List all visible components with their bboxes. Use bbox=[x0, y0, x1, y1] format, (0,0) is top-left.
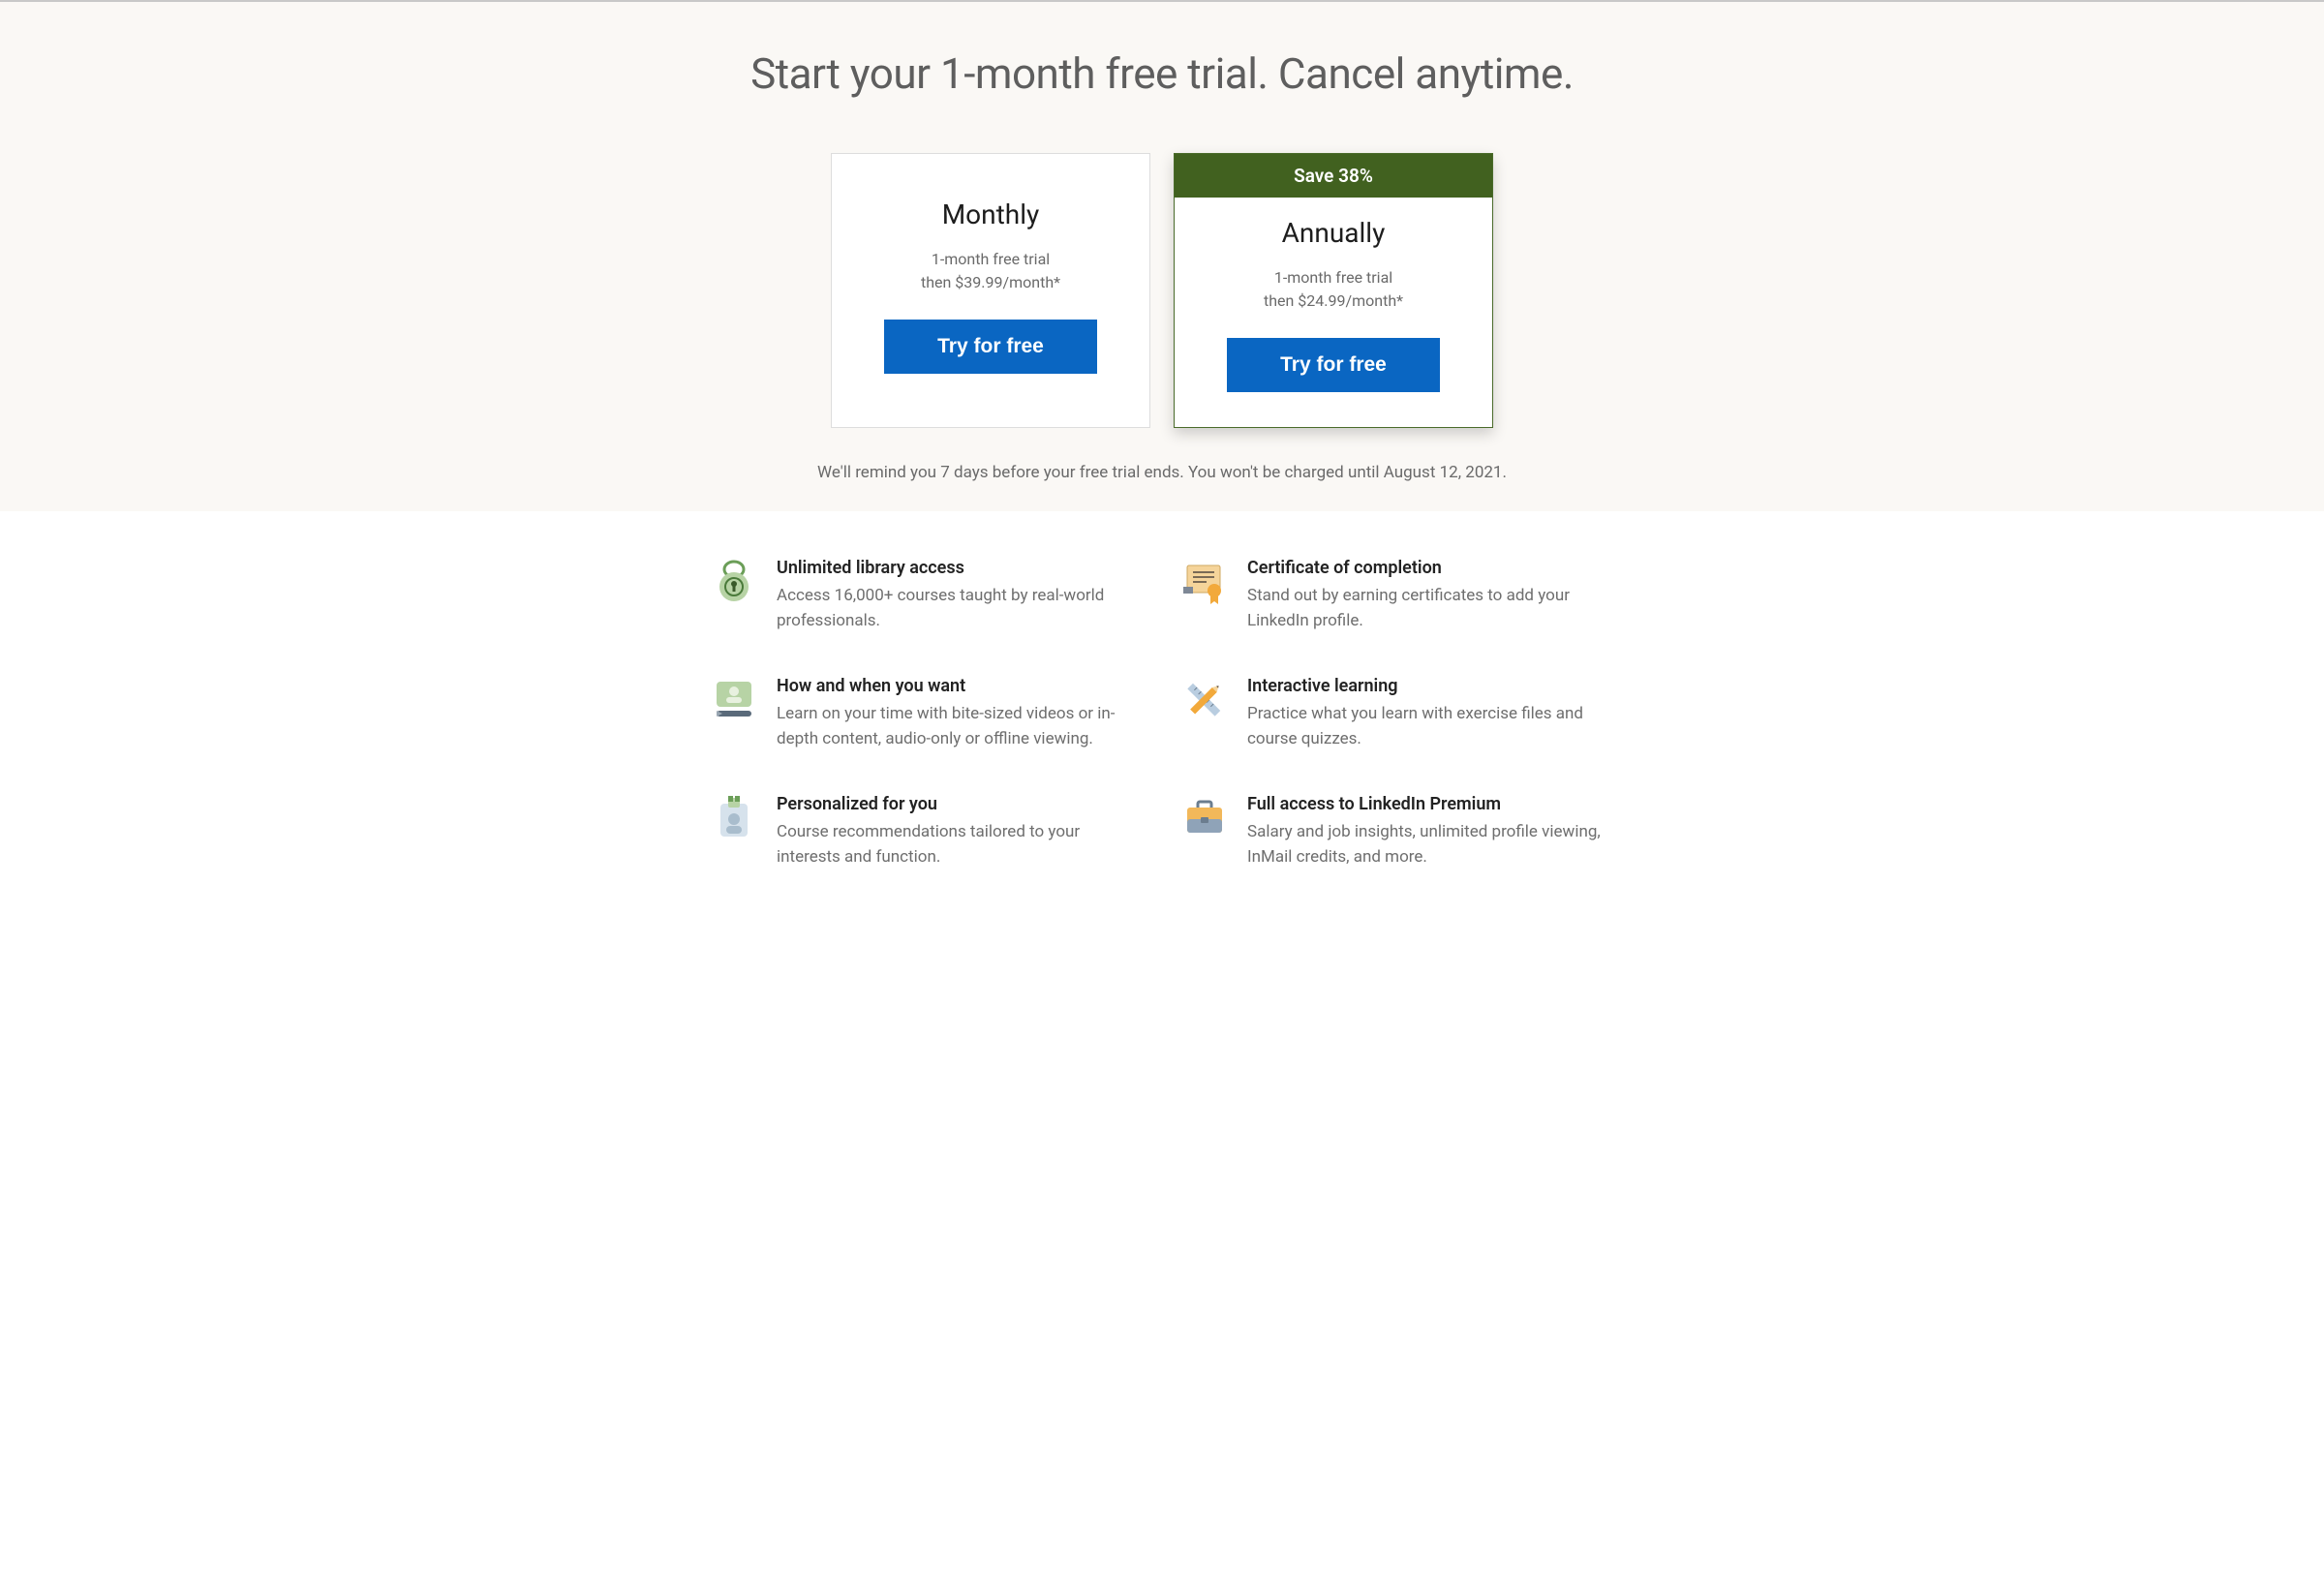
page-headline: Start your 1-month free trial. Cancel an… bbox=[711, 48, 1613, 99]
feature-desc: Course recommendations tailored to your … bbox=[777, 820, 1143, 869]
hero-section: Start your 1-month free trial. Cancel an… bbox=[0, 0, 2324, 511]
feature-desc: Stand out by earning certificates to add… bbox=[1247, 584, 1613, 633]
feature-item: Unlimited library access Access 16,000+ … bbox=[711, 558, 1143, 633]
lock-icon bbox=[711, 558, 757, 604]
id-badge-icon bbox=[711, 794, 757, 840]
feature-item: Interactive learning Practice what you l… bbox=[1181, 676, 1613, 751]
plan-subline-2: then $24.99/month* bbox=[1264, 290, 1403, 313]
feature-item: How and when you want Learn on your time… bbox=[711, 676, 1143, 751]
plan-card-monthly: Monthly 1-month free trial then $39.99/m… bbox=[831, 153, 1150, 428]
feature-desc: Salary and job insights, unlimited profi… bbox=[1247, 820, 1613, 869]
save-banner: Save 38% bbox=[1175, 154, 1492, 198]
try-for-free-button-monthly[interactable]: Try for free bbox=[884, 320, 1097, 374]
feature-item: Full access to LinkedIn Premium Salary a… bbox=[1181, 794, 1613, 869]
plan-name: Annually bbox=[1282, 217, 1386, 249]
feature-desc: Learn on your time with bite-sized video… bbox=[777, 702, 1143, 751]
feature-title: Interactive learning bbox=[1247, 676, 1613, 696]
feature-item: Certificate of completion Stand out by e… bbox=[1181, 558, 1613, 633]
ruler-pencil-icon bbox=[1181, 676, 1228, 722]
feature-item: Personalized for you Course recommendati… bbox=[711, 794, 1143, 869]
feature-title: Certificate of completion bbox=[1247, 558, 1613, 578]
plans-row: Monthly 1-month free trial then $39.99/m… bbox=[711, 153, 1613, 428]
reminder-text: We'll remind you 7 days before your free… bbox=[711, 463, 1613, 482]
features-section: Unlimited library access Access 16,000+ … bbox=[0, 511, 2324, 928]
feature-title: How and when you want bbox=[777, 676, 1143, 696]
feature-title: Full access to LinkedIn Premium bbox=[1247, 794, 1613, 814]
certificate-icon bbox=[1181, 558, 1228, 604]
briefcase-icon bbox=[1181, 794, 1228, 840]
plan-subline-1: 1-month free trial bbox=[932, 248, 1050, 271]
plan-card-annually: Save 38% Annually 1-month free trial the… bbox=[1174, 153, 1493, 428]
feature-title: Personalized for you bbox=[777, 794, 1143, 814]
video-card-icon bbox=[711, 676, 757, 722]
feature-desc: Practice what you learn with exercise fi… bbox=[1247, 702, 1613, 751]
try-for-free-button-annually[interactable]: Try for free bbox=[1227, 338, 1440, 392]
feature-desc: Access 16,000+ courses taught by real-wo… bbox=[777, 584, 1143, 633]
plan-subline-2: then $39.99/month* bbox=[921, 271, 1060, 294]
feature-title: Unlimited library access bbox=[777, 558, 1143, 578]
plan-subline-1: 1-month free trial bbox=[1274, 266, 1392, 290]
plan-name: Monthly bbox=[942, 198, 1040, 230]
